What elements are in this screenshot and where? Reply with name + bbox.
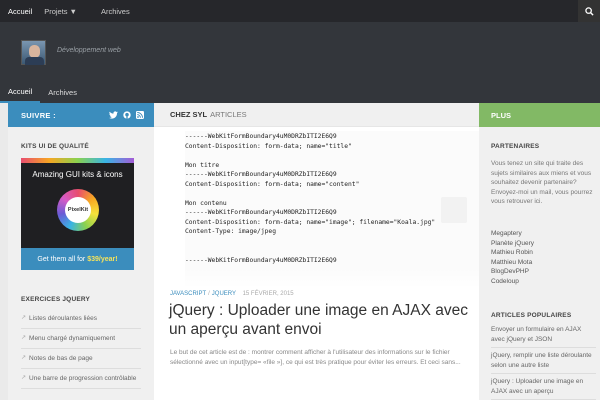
partners-links: Megaptery Planète jQuery Mathieu Robin M… bbox=[491, 229, 594, 287]
list-item[interactable]: ↗ Notes de bas de page bbox=[21, 349, 141, 369]
social-icons bbox=[109, 111, 144, 119]
code-line: ------WebKitFormBoundary4uM0DRZbITI2E6Q9 bbox=[185, 133, 337, 140]
twitter-icon[interactable] bbox=[109, 111, 118, 119]
partners-text: Vous tenez un site qui traite des sujets… bbox=[491, 160, 593, 205]
ad-headline: Amazing GUI kits & icons bbox=[32, 170, 123, 179]
partner-link[interactable]: BlogDevPHP bbox=[491, 267, 594, 277]
thumbnail-ghost bbox=[441, 197, 467, 223]
follow-bar: SUIVRE : bbox=[8, 103, 154, 127]
sub-nav: Accueil Archives bbox=[0, 82, 85, 103]
external-link-icon: ↗ bbox=[21, 335, 27, 341]
list-item-label: Listes déroulantes liées bbox=[29, 315, 97, 322]
github-icon[interactable] bbox=[123, 111, 131, 119]
popular-list: Envoyer un formulaire en AJAX avec jQuer… bbox=[491, 325, 596, 400]
main-content: CHEZ SYL ARTICLES ------WebKitFormBounda… bbox=[154, 103, 479, 400]
search-button[interactable] bbox=[578, 0, 600, 22]
kits-widget-title: KITS UI DE QUALITÉ bbox=[21, 143, 89, 150]
top-nav: Accueil Projets ▼ Archives bbox=[8, 0, 142, 22]
popular-item[interactable]: jQuery : Uploader une image en AJAX avec… bbox=[491, 377, 596, 400]
post-meta: JAVASCRIPT / JQUERY 15 FÉVRIER, 2015 bbox=[170, 291, 294, 297]
pixelkit-ad[interactable]: Amazing GUI kits & icons PixelKit Get th… bbox=[21, 158, 134, 270]
ad-logo-text: PixelKit bbox=[65, 197, 91, 223]
follow-label: SUIVRE : bbox=[21, 110, 56, 120]
avatar-shirt bbox=[25, 57, 44, 65]
plus-bar: PLUS bbox=[479, 103, 600, 127]
code-line: Content-Disposition: form-data; name="co… bbox=[185, 180, 360, 188]
popular-item[interactable]: jQuery, remplir une liste déroulante sel… bbox=[491, 351, 596, 374]
avatar[interactable] bbox=[21, 40, 46, 65]
external-link-icon: ↗ bbox=[21, 315, 27, 321]
main-header-section: ARTICLES bbox=[210, 110, 247, 119]
subnav-accueil[interactable]: Accueil bbox=[0, 82, 41, 103]
partner-link[interactable]: Planète jQuery bbox=[491, 239, 594, 249]
code-line: Content-Disposition: form-data; name="im… bbox=[185, 218, 436, 226]
post-excerpt: Le but de cet article est de : montrer c… bbox=[170, 349, 461, 366]
list-item[interactable]: ↗ Listes déroulantes liées bbox=[21, 309, 141, 329]
code-line: ------WebKitFormBoundary4uM0DRZbITI2E6Q9 bbox=[185, 171, 337, 178]
top-nav-projets[interactable]: Projets ▼ bbox=[44, 7, 89, 16]
top-nav-archives[interactable]: Archives bbox=[101, 7, 130, 16]
popular-item[interactable]: Envoyer un formulaire en AJAX avec jQuer… bbox=[491, 325, 596, 348]
left-sidebar: SUIVRE : KITS UI DE QUALITÉ Amazing GUI … bbox=[8, 103, 154, 400]
right-sidebar: PLUS PARTENAIRES Vous tenez un site qui … bbox=[479, 103, 600, 400]
code-line: Mon contenu bbox=[185, 199, 227, 207]
post-thumbnail-code[interactable]: ------WebKitFormBoundary4uM0DRZbITI2E6Q9… bbox=[185, 131, 479, 288]
top-nav-projets-label: Projets bbox=[44, 6, 68, 16]
post-date: 15 FÉVRIER, 2015 bbox=[242, 291, 294, 297]
code-block: ------WebKitFormBoundary4uM0DRZbITI2E6Q9… bbox=[185, 133, 479, 266]
list-item-label: Notes de bas de page bbox=[29, 355, 93, 362]
partner-link[interactable]: Mathieu Robin bbox=[491, 248, 594, 258]
list-item[interactable]: ↗ Une barre de progression contrôlable bbox=[21, 369, 141, 389]
code-line: Content-Disposition: form-data; name="ti… bbox=[185, 142, 352, 150]
partner-link[interactable]: Megaptery bbox=[491, 229, 594, 239]
category-link-jquery[interactable]: JQUERY bbox=[212, 291, 236, 297]
thumbnail-fade bbox=[185, 268, 479, 288]
main-header: CHEZ SYL ARTICLES bbox=[154, 103, 479, 127]
list-item-label: Menu chargé dynamiquement bbox=[29, 335, 116, 342]
exercises-widget-title: EXERCICES JQUERY bbox=[21, 296, 91, 303]
external-link-icon: ↗ bbox=[21, 375, 27, 381]
site-header: Développement web Accueil Archives bbox=[0, 22, 600, 103]
main-header-site: CHEZ SYL bbox=[170, 110, 208, 119]
caret-down-icon: ▼ bbox=[69, 6, 77, 16]
exercises-list: ↗ Listes déroulantes liées ↗ Menu chargé d… bbox=[21, 309, 141, 389]
popular-widget-title: ARTICLES POPULAIRES bbox=[491, 312, 572, 319]
external-link-icon: ↗ bbox=[21, 355, 27, 361]
code-line: Mon titre bbox=[185, 161, 220, 169]
list-item-label: Une barre de progression contrôlable bbox=[29, 375, 137, 382]
top-nav-accueil[interactable]: Accueil bbox=[8, 7, 32, 16]
post-title[interactable]: jQuery : Uploader une image en AJAX avec… bbox=[169, 301, 469, 339]
partner-link[interactable]: Codeloup bbox=[491, 277, 594, 287]
ad-cta-price: $39/year! bbox=[87, 255, 118, 263]
pixelkit-logo-icon: PixelKit bbox=[57, 189, 99, 231]
rss-icon[interactable] bbox=[136, 111, 144, 119]
code-line: ------WebKitFormBoundary4uM0DRZbITI2E6Q9 bbox=[185, 256, 337, 264]
subnav-archives[interactable]: Archives bbox=[40, 82, 85, 103]
code-line: ------WebKitFormBoundary4uM0DRZbITI2E6Q9 bbox=[185, 209, 337, 216]
ad-cta: Get them all for $39/year! bbox=[21, 248, 134, 270]
partner-link[interactable]: Matthieu Mota bbox=[491, 258, 594, 268]
meta-separator: / bbox=[208, 291, 210, 297]
top-bar: Accueil Projets ▼ Archives bbox=[0, 0, 600, 22]
category-link-javascript[interactable]: JAVASCRIPT bbox=[170, 291, 206, 297]
list-item[interactable]: ↗ Menu chargé dynamiquement bbox=[21, 329, 141, 349]
ad-stripe bbox=[21, 158, 134, 163]
site-tagline: Développement web bbox=[57, 47, 121, 54]
partners-widget-title: PARTENAIRES bbox=[491, 143, 540, 150]
code-line: Content-Type: image/jpeg bbox=[185, 228, 276, 235]
ad-cta-text: Get them all for bbox=[37, 255, 86, 263]
search-icon bbox=[584, 6, 594, 16]
